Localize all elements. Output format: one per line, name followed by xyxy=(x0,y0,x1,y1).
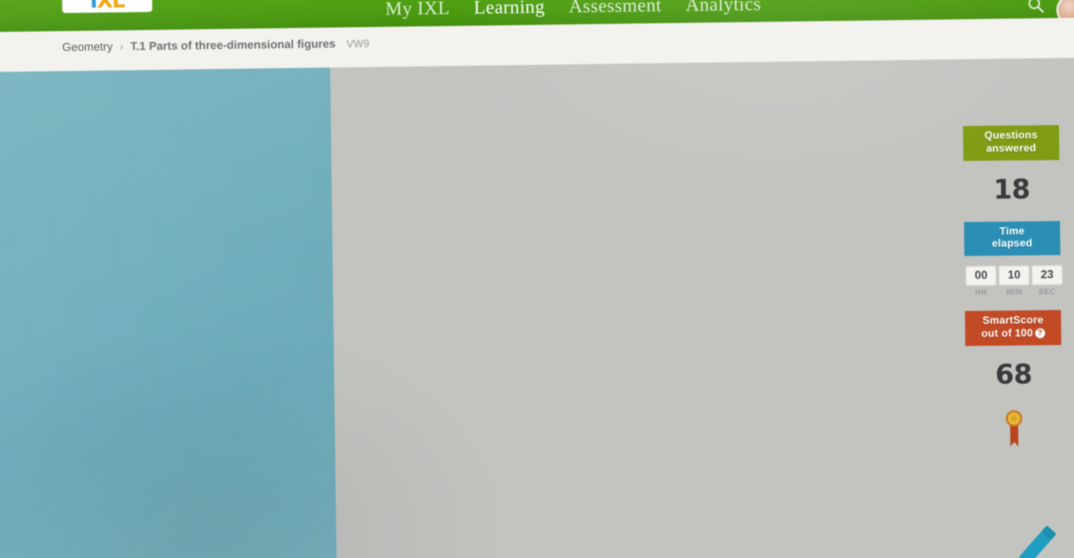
smartscore-label-1: SmartScore xyxy=(982,314,1044,327)
nav-item-assessment[interactable]: Assessment xyxy=(569,0,662,18)
breadcrumb-subject[interactable]: Geometry xyxy=(62,41,113,54)
page-background xyxy=(0,45,1074,558)
time-elapsed-label-1: Time xyxy=(999,224,1025,238)
timer-seconds-value: 23 xyxy=(1031,265,1063,286)
nav-item-my-ixl[interactable]: My IXL xyxy=(385,0,450,21)
breadcrumb: Geometry › T.1 Parts of three-dimensiona… xyxy=(62,38,369,54)
nav-item-learning[interactable]: Learning xyxy=(474,0,545,20)
smartscore-label-2-row: out of 100? xyxy=(965,327,1061,341)
questions-answered-value: 18 xyxy=(993,173,1031,206)
elapsed-timer: 00 HR 10 MIN 23 SEC xyxy=(964,265,1064,297)
breadcrumb-skill[interactable]: T.1 Parts of three-dimensional figures xyxy=(130,38,335,53)
timer-hours-label: HR xyxy=(975,287,988,298)
questions-answered-banner: Questions answered xyxy=(963,124,1060,161)
browser-screen: Look at this figure: Video What is xyxy=(0,0,1074,558)
logo-letters-xl: XL xyxy=(96,0,125,13)
breadcrumb-separator-icon: › xyxy=(119,41,124,54)
nav-items: My IXL Learning Assessment Analytics xyxy=(385,0,761,21)
ixl-logo[interactable]: IXL xyxy=(61,0,153,14)
breadcrumb-skill-code: VW9 xyxy=(346,38,370,51)
timer-minutes-value: 10 xyxy=(998,265,1030,286)
smartscore-value: 68 xyxy=(995,359,1033,391)
stats-sidebar: Questions answered 18 Time elapsed 00 HR… xyxy=(963,124,1071,558)
timer-seconds-label: SEC xyxy=(1038,287,1057,297)
time-elapsed-banner: Time elapsed xyxy=(964,220,1061,257)
timer-cell-sec: 23 SEC xyxy=(1031,265,1063,297)
smartscore-banner: SmartScore out of 100? xyxy=(964,310,1062,346)
timer-cell-hr: 00 HR xyxy=(965,265,997,298)
time-elapsed-label-2: elapsed xyxy=(991,237,1033,251)
timer-hours-value: 00 xyxy=(965,265,997,287)
search-icon[interactable] xyxy=(1027,0,1044,13)
active-tab-indicator xyxy=(526,41,546,51)
help-icon[interactable]: ? xyxy=(1034,328,1046,339)
questions-answered-label-2: answered xyxy=(986,142,1037,155)
nav-item-analytics[interactable]: Analytics xyxy=(685,0,761,17)
right-gray-background xyxy=(329,45,1074,558)
pencil-icon[interactable] xyxy=(1005,517,1066,558)
questions-answered-label-1: Questions xyxy=(984,129,1038,142)
ribbon-award-icon xyxy=(966,406,1062,451)
timer-minutes-label: MIN xyxy=(1006,287,1023,297)
smartscore-label-2: out of 100 xyxy=(981,327,1034,340)
timer-cell-min: 10 MIN xyxy=(998,265,1030,297)
